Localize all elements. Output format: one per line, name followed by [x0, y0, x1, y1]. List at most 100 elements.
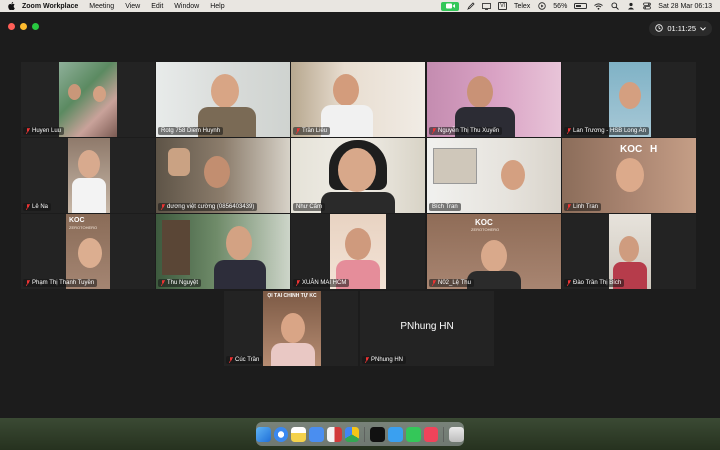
participant-tile[interactable]: Huyen Luu	[21, 62, 155, 137]
trash-icon[interactable]	[449, 426, 465, 442]
participant-name: Nguyễn Thị Thu Xuyến	[438, 128, 500, 134]
minimize-window-button[interactable]	[20, 23, 27, 30]
menu-edit[interactable]: Edit	[151, 3, 163, 10]
participant-tile[interactable]: Thu Nguyệt	[156, 214, 290, 289]
close-window-button[interactable]	[8, 23, 15, 30]
participant-tile[interactable]: Đào Trần Thị Bích	[562, 214, 696, 289]
finder-icon[interactable]	[255, 426, 271, 442]
participant-video	[609, 214, 651, 289]
zoom-app-icon[interactable]	[309, 426, 324, 442]
participant-tile-video-off[interactable]: PNhung HN PNhung HN	[360, 291, 494, 366]
participant-tile[interactable]: KOC ZEROTOHERO N02_Lệ Thu	[427, 214, 561, 289]
participant-name-label: Đào Trần Thị Bích	[564, 279, 625, 287]
search-icon[interactable]	[610, 2, 619, 10]
participant-tile[interactable]: KOC ZEROTOHERO Phạm Thị Thanh Tuyền	[21, 214, 155, 289]
participant-tile[interactable]: Bích Tran	[427, 138, 561, 213]
participant-name: Rotg 758 Diem Huynh	[161, 128, 221, 134]
participant-tile[interactable]: KOC H Linh Tran	[562, 138, 696, 213]
app-icon[interactable]	[388, 426, 403, 442]
user-switch-icon[interactable]	[626, 2, 635, 10]
participant-name-label: PNhung HN	[362, 356, 407, 364]
participant-name-label: Trần Liễu	[293, 127, 331, 135]
input-source-label[interactable]: Telex	[514, 3, 530, 10]
notes-icon[interactable]	[291, 426, 307, 442]
participant-tile[interactable]: ỘI TÀI CHÍNH TỰ KC Cúc Trần	[224, 291, 358, 366]
participant-name-label: Nguyễn Thị Thu Xuyến	[429, 127, 503, 135]
participant-video: KOC H	[562, 138, 696, 213]
participant-video	[427, 138, 561, 213]
chevron-down-icon	[700, 24, 706, 33]
participant-name-label: Linh Tran	[564, 203, 602, 211]
meeting-timer[interactable]: 01:11:25	[649, 21, 712, 36]
menu-help[interactable]: Help	[210, 3, 224, 10]
participant-name: Linh Tran	[573, 204, 599, 210]
gallery-view: Huyen Luu Rotg 758 Diem Huynh Trần Liễu …	[21, 62, 700, 366]
zoom-meeting-window: 01:11:25 Huyen Luu Rotg 758 Diem Huynh T…	[0, 12, 720, 418]
participant-name-label: Huyen Luu	[23, 127, 65, 135]
screen-icon[interactable]	[482, 2, 492, 10]
participant-name: Lan Trương - HSB Long An	[573, 128, 646, 134]
participant-video	[291, 138, 425, 213]
koc-logo-text: KOC	[475, 218, 493, 227]
menu-view[interactable]: View	[125, 3, 140, 10]
participant-name: Cúc Trần	[235, 357, 260, 363]
battery-percent: 56%	[553, 2, 568, 10]
participant-name-label: Phạm Thị Thanh Tuyền	[23, 279, 98, 287]
drive-icon[interactable]	[344, 426, 360, 442]
menu-window[interactable]: Window	[174, 3, 199, 10]
participant-tile[interactable]: Lê Na	[21, 138, 155, 213]
koc-logo-text: KOC	[69, 217, 85, 224]
participant-video	[609, 62, 651, 137]
capcut-icon[interactable]	[370, 426, 386, 442]
menu-bar: Zoom Workplace Meeting View Edit Window …	[0, 0, 720, 12]
video-off-name: PNhung HN	[400, 321, 454, 332]
participant-tile[interactable]: Lan Trương - HSB Long An	[562, 62, 696, 137]
dock	[255, 422, 465, 446]
menu-clock[interactable]: Sat 28 Mar 06:13	[658, 3, 712, 10]
participant-tile[interactable]: XUÂN MAI HCM	[291, 214, 425, 289]
window-controls	[8, 23, 39, 30]
participant-name: Phạm Thị Thanh Tuyền	[32, 280, 95, 286]
participant-name: PNhung HN	[371, 357, 404, 363]
participant-video	[291, 62, 425, 137]
battery-icon[interactable]	[574, 3, 588, 9]
participant-name-label: Lê Na	[23, 203, 52, 211]
apple-icon[interactable]	[8, 2, 16, 10]
participant-tile-active-speaker[interactable]: Rotg 758 Diem Huynh	[156, 62, 290, 137]
zoom-video-status-icon[interactable]	[441, 1, 460, 11]
participant-name-label: Cúc Trần	[226, 356, 263, 364]
input-source-icon[interactable]: VI	[498, 2, 507, 10]
participant-tile[interactable]: Như Cẩm	[291, 138, 425, 213]
dock-separator	[364, 426, 366, 442]
facetime-icon[interactable]	[405, 426, 421, 442]
control-center-icon[interactable]	[642, 2, 651, 10]
participant-name-label: Như Cẩm	[293, 203, 326, 211]
pen-icon[interactable]	[466, 2, 475, 10]
dock-separator	[443, 426, 445, 442]
participant-tile[interactable]: Nguyễn Thị Thu Xuyến	[427, 62, 561, 137]
participant-name: Trần Liễu	[302, 128, 328, 134]
fullscreen-window-button[interactable]	[32, 23, 39, 30]
participant-name: Đào Trần Thị Bích	[573, 280, 622, 286]
participant-name: XUÂN MAI HCM	[302, 280, 347, 286]
meeting-timer-value: 01:11:25	[667, 24, 696, 33]
participant-name: Thu Nguyệt	[167, 280, 199, 286]
play-icon[interactable]	[537, 2, 546, 10]
app-icon[interactable]	[326, 426, 342, 442]
participant-video	[59, 62, 117, 137]
menu-meeting[interactable]: Meeting	[89, 3, 114, 10]
menu-app-name[interactable]: Zoom Workplace	[22, 3, 78, 10]
participant-name: dương việt cường (0856403439)	[167, 204, 255, 210]
wifi-icon[interactable]	[594, 2, 604, 10]
participant-name: Bích Tran	[432, 204, 458, 210]
participant-name: Như Cẩm	[296, 204, 323, 210]
status-area: VI Telex 56% Sat 28 Mar 06:13	[441, 0, 712, 12]
music-icon[interactable]	[423, 426, 439, 442]
participant-name: N02_Lệ Thu	[438, 280, 471, 286]
participant-video	[68, 138, 110, 213]
participant-video	[156, 62, 290, 137]
participant-tile[interactable]: Trần Liễu	[291, 62, 425, 137]
participant-tile[interactable]: dương việt cường (0856403439)	[156, 138, 290, 213]
safari-icon[interactable]	[273, 426, 289, 442]
participant-video	[330, 214, 386, 289]
